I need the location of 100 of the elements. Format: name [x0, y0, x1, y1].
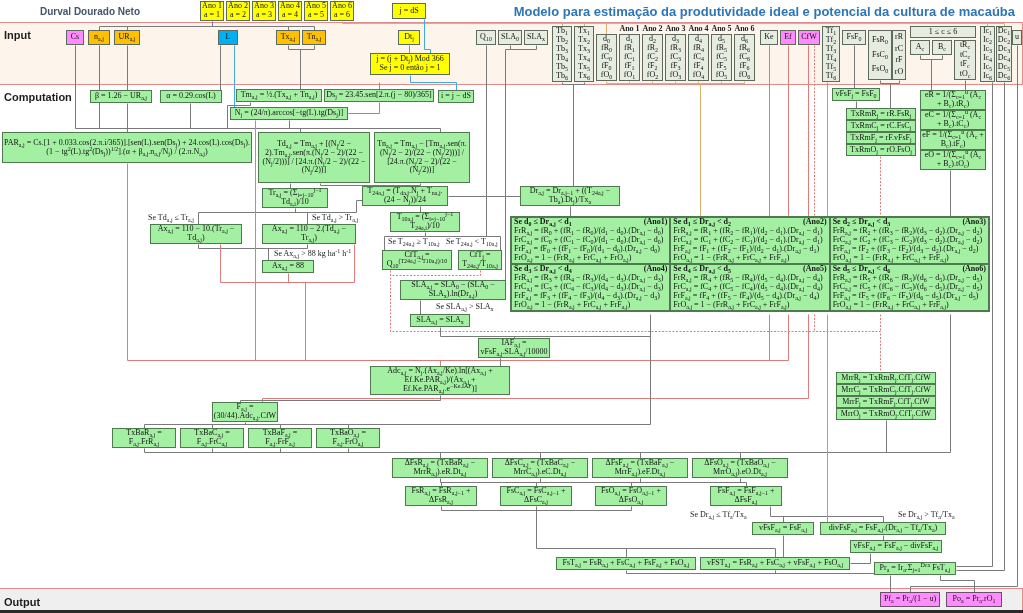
variable-box: u [1012, 30, 1022, 45]
variable-box: 1 ≤ c ≤ 6 [910, 26, 976, 38]
condition-text: Se d$_{5}$ ≤ Dr$_{a,j}$ < d$_{6}$ [832, 264, 891, 274]
year-label: (Ano2) [803, 218, 827, 227]
variable-box: d$_{1}$ fR$_{1}$ fC$_{1}$ fF$_{1}$ fO$_{1}$ [619, 34, 640, 81]
formula-box: Pr$_{a}$ = Ir$_{a}$.Σ$_{j=1}$$^{Dca}$ FsT$_{a,j}$ [874, 562, 956, 575]
formula-text: FrF$_{a,j}$ = fF$_{3}$ + (fF$_{4}$ − fF$_{3}$)/(d$_{4}$ − d$_{3}$).(Dr$_{a,j}$ − d$_{3}$) [514, 291, 660, 301]
formula-text: FrC$_{a,j}$ = fC$_{1}$ + (fC$_{2}$ − fC$_{1}$)/(d$_{2}$ − d$_{1}$).(Dr$_{a,j}$ − d$_{1}$) [673, 235, 824, 245]
formula-text: FrR$_{a,j}$ = fR$_{3}$ + (fR$_{4}$ − fR$_{3}$)/(d$_{4}$ − d$_{3}$).(Dr$_{a,j}$ − d$_{3}$) [514, 273, 664, 283]
variable-box: j = (j + Dt$_{j}$) Mod 366 Se j = 0 então j = 1 [370, 53, 450, 75]
condition-label: Se Dr$_{a,j}$ > Tf$_{a}$/Tx$_{a}$ [898, 511, 955, 520]
year-label: Ano 3 [664, 25, 687, 33]
variable-box: L [218, 30, 238, 45]
year-label: (Ano6) [962, 264, 986, 274]
formula-box: i = j − dS [438, 90, 474, 103]
formula-text: FrC$_{a,j}$ = fC$_{0}$ + (fC$_{1}$ − fC$_{0}$)/(d$_{1}$ − d$_{0}$).(Dr$_{a,j}$ − d$_{0}$) [514, 235, 665, 245]
formula-box: SLA$_{a,j}$ = SLA$_{0}$ − (SLA$_{0}$ − SLA$_{x}$).ln(Dr$_{a,j}$) [400, 280, 506, 300]
formula-box: N$_{j}$ = (24/π).arccos[−tg(L).tg(Ds$_{j}$)] [230, 107, 348, 120]
diagram-title: Modelo para estimação da produtividade ideal e potencial da cultura de macaúba [513, 3, 1015, 19]
formula-box: FsC$_{a,j}$ = FsC$_{a,j−1}$ + ΔFsC$_{a,j}$ [500, 486, 572, 506]
variable-box: n$_{a,j}$ [88, 30, 110, 45]
condition-text: Se d$_{2}$ ≤ Dr$_{a,j}$ < d$_{3}$ [832, 218, 891, 227]
condition-text: Se d$_{1}$ ≤ Dr$_{a,j}$ < d$_{2}$ [673, 218, 731, 227]
formula-text: FrO$_{a,j}$ = 1 − (FrR$_{a,j}$ + FrC$_{a,j}$ + FrF$_{a,j}$) [673, 300, 790, 310]
variable-box: d$_{4}$ fR$_{4}$ fC$_{4}$ fF$_{4}$ fO$_{4}$ [688, 34, 709, 81]
formula-box: α = 0.29.cos(L) [160, 90, 222, 103]
formula-box: Ax$_{a,j}$ = 110 − 10.(Tr$_{a,j}$ − Td$_{a,j}$) [150, 224, 242, 244]
formula-text: FrF$_{a,j}$ = fF$_{1}$ + (fF$_{2}$ − fF$_{1}$)/(d$_{2}$ − d$_{1}$).(Dr$_{a,j}$ − d$_{1}$) [673, 244, 820, 254]
formula-box: ΔFsF$_{a,j}$ = (TxBaF$_{a,j}$ − MrrF$_{a,j}$).eF.Dt$_{a,j}$ [592, 458, 688, 478]
variable-box: CfW [798, 30, 820, 45]
formula-box: SLA$_{a,j}$ = SLA$_{x}$ [410, 314, 470, 327]
condition-label: Se Td$_{a,j}$ ≤ Tr$_{a,j}$ [148, 214, 194, 223]
formula-box: FsR$_{a,j}$ = FsR$_{a,j−1}$ + ΔFsR$_{a,j}$ [405, 486, 477, 506]
year-box: Ano 2 a = 2 [226, 1, 250, 21]
condition-label: Se Td$_{a,j}$ > Tr$_{a,j}$ [312, 214, 359, 223]
formula-text: FrR$_{a,j}$ = fR$_{2}$ + (fR$_{3}$ − fR$_{2}$)/(d$_{3}$ − d$_{2}$).(Dr$_{a,j}$ − d$_{2}$) [832, 226, 983, 236]
formula-box: vFsF$_{j}$ = FsF$_{0}$ [832, 88, 880, 101]
formula-box: FsT$_{a,j}$ = FsR$_{a,j}$ + FsC$_{a,j}$ + FsF$_{a,j}$ + FsO$_{a,j}$ [556, 557, 696, 570]
connector-line [883, 535, 884, 541]
formula-text: FrC$_{a,j}$ = fC$_{3}$ + (fC$_{4}$ − fC$_{3}$)/(d$_{4}$ − d$_{3}$).(Dr$_{a,j}$ − d$_{3}$) [514, 282, 665, 292]
formula-box: TxBaF$_{a,j}$ = F$_{a,j}$.FrF$_{a,j}$ [248, 428, 312, 448]
formula-box: MrrC$_{j}$ = TxRmC$_{j}$.CfT$_{j}$.CfW [836, 384, 936, 396]
condition-text: Se d$_{3}$ ≤ Dr$_{a,j}$ < d$_{4}$ [514, 264, 572, 274]
formula-text: FrF$_{a,j}$ = fF$_{0}$ + (fF$_{1}$ − fF$_{0}$)/(d$_{1}$ − d$_{0}$).(Dr$_{a,j}$ − d$_{0}$) [514, 244, 660, 254]
variable-box: FsF$_{0}$ [842, 30, 866, 45]
variable-box: A$_{c}$ [910, 40, 930, 55]
formula-box: eR = 1/(Σ$_{c=1}$$^{u}$ (A$_{c}$ + B$_{c}$).tR$_{c}$) [920, 90, 986, 110]
variable-box: Dt$_{j}$ [398, 30, 420, 45]
formula-text: FrO$_{a,j}$ = 1 − (FrR$_{a,j}$ + FrC$_{a,j}$ + FrF$_{a,j}$) [832, 300, 949, 310]
connector-line [850, 553, 871, 564]
formula-text: FrF$_{a,j}$ = fF$_{5}$ + (fF$_{6}$ − fF$_{5}$)/(d$_{6}$ − d$_{5}$).(Dr$_{a,j}$ − d$_{5}$) [832, 291, 979, 301]
formula-box: TxBaO$_{a,j}$ = F$_{a,j}$.FrO$_{a,j}$ [316, 428, 380, 448]
variable-box: Tf$_{1}$ Tf$_{2}$ Tf$_{3}$ Tf$_{4}$ Tf$_{5}$ Tf$_{6}$ [822, 26, 840, 82]
formula-box: Dr$_{a,j}$ = Dr$_{a,j−1}$ + ((T$_{24a,j}$ − Tb$_{a}$).Dt$_{j}$)/Tx$_{a}$ [520, 186, 620, 206]
formula-text: FrF$_{a,j}$ = fF$_{2}$ + (fF$_{3}$ − fF$_{2}$)/(d$_{3}$ − d$_{2}$).(Dr$_{a,j}$ − d$_{2}$) [832, 244, 979, 254]
formula-box: MrrF$_{j}$ = TxRmF$_{j}$.CfT$_{j}$.CfW [836, 396, 936, 408]
variable-box: Dc$_{1}$ Dc$_{2}$ Dc$_{3}$ Dc$_{4}$ Dc$_{5}$ Dc$_{6}$ [996, 26, 1012, 82]
condition-label: Se Dr$_{a,j}$ ≤ Tf$_{a}$/Tx$_{a}$ [690, 511, 747, 520]
formula-box: ΔFsC$_{a,j}$ = (TxBaC$_{a,j}$ − MrrC$_{a,j}$).eC.Dt$_{a,j}$ [492, 458, 588, 478]
variable-box: SLA$_{0}$ [498, 30, 522, 45]
formula-box: TxBaC$_{a,j}$ = F$_{a,j}$.FrC$_{a,j}$ [180, 428, 244, 448]
section-label: Output [4, 596, 41, 608]
section-label: Computation [4, 91, 72, 103]
variable-box: FsR$_{0}$ FsC$_{0}$ FsO$_{0}$ [868, 30, 892, 80]
formula-box: MrrO$_{j}$ = TxRmO$_{j}$.CfT$_{j}$.CfW [836, 408, 936, 420]
variable-box: rR rC rF rO [892, 30, 906, 80]
formula-text: FrO$_{a,j}$ = 1 − (FrR$_{a,j}$ + FrC$_{a,j}$ + FrF$_{a,j}$) [832, 253, 949, 263]
formula-text: FrO$_{a,j}$ = 1 − (FrR$_{a,j}$ + FrC$_{a,j}$ + FrO$_{a,j}$) [514, 253, 632, 263]
year-box: Ano 6 a = 6 [330, 1, 354, 21]
condition-label: Se Ax$_{a,j}$ > 88 kg ha$^{-1}$ h$^{-1}$ [274, 250, 352, 259]
variable-box: d$_{6}$ fR$_{6}$ fC$_{6}$ fF$_{6}$ fO$_{6}$ [734, 34, 755, 81]
variable-box: Ic$_{1}$ Ic$_{2}$ Ic$_{3}$ Ic$_{4}$ Ic$_{5}$ Ic$_{6}$ [980, 26, 995, 82]
formula-box: divFsF$_{a,j}$ = FsF$_{a,j}$.(Dr$_{a,j}$ − Tf$_{a}$/Tx$_{a}$) [820, 522, 946, 535]
formula-text: FrC$_{a,j}$ = fC$_{5}$ + (fC$_{6}$ − fC$_{5}$)/(d$_{6}$ − d$_{5}$).(Dr$_{a,j}$ − d$_{5}$) [832, 282, 984, 292]
formula-box: IAF$_{a,j}$ = vFsF$_{a,j}$.SLA$_{a,j}$/10000 [478, 338, 550, 358]
year-label: (Ano3) [962, 218, 986, 227]
year-label: (Ano1) [643, 218, 668, 227]
formula-box: TxRmF$_{j}$ = rF.vFsF$_{j}$ [846, 132, 916, 144]
formula-box: Adc$_{a,j}$ = N$_{j}$.(Ax$_{a,j}$/Ke).ln[(Ax$_{a,j}$ + Ef.Ke.PAR$_{a,j}$)/(Ax$_{a,j}$ + Ef.Ke.PAR$_{a,j}$.e$^{−Ke.IAF}$)] [370, 366, 510, 395]
formula-box: TxRmO$_{j}$ = rO.FsO$_{j}$ [846, 144, 916, 156]
condition-text: Se d$_{0}$ ≤ Dr$_{a,j}$ < d$_{1}$ [514, 218, 572, 227]
formula-box: Pf$_{a}$ = Pr$_{a}$/(1 − u) [880, 592, 940, 607]
formula-box: PAR$_{a,j}$ = Cs.[1 + 0.033.cos(2.π.i/365)].[sen(L).sen(Ds$_{j}$) + 24.cos(L).cos(Ds$_{j}$).(1 − tg$^{2}$(L).tg$^{2}$(Ds$_{j}$))$^{1/2}$].(α + β$_{a,j}$.n$_{a,j}$/N$_{j}$) / (2.π.N$_{a,j}$) [2, 132, 252, 163]
author-name: Durval Dourado Neto [40, 5, 140, 17]
year-label: Ano 4 [687, 25, 710, 33]
formula-box: Td$_{a,j}$ = Tm$_{a,j}$ + [(N$_{j}$/2 − 2).Tm$_{a,j}$.sen(π.(N$_{j}$/2 − 2)/(22 − (N$_{j}$/2)))] / [24.π.(N$_{j}$/2 − 2)/(22 − (N$_{j}$/2))] [258, 132, 370, 183]
variable-box: UR$_{a,j}$ [114, 30, 140, 45]
formula-box: vFsF$_{a,j}$ = FsF$_{a,j}$ − divFsF$_{a,j}$ [850, 540, 942, 553]
condition-text: Se d$_{4}$ ≤ Dr$_{a,j}$ < d$_{5}$ [673, 264, 731, 274]
condition-label: Se SLA$_{a,j}$ > SLA$_{x}$ [436, 303, 494, 312]
year-label: Ano 6 [733, 25, 756, 33]
formula-box: Ax$_{a,j}$ = 88 [262, 260, 314, 273]
variable-box: tR$_{c}$ tC$_{c}$ tF$_{c}$ tO$_{c}$ [954, 40, 976, 80]
year-box: Ano 3 a = 3 [252, 1, 276, 21]
variable-box: SLA$_{x}$ [524, 30, 548, 45]
variable-box: Tn$_{a,j}$ [302, 30, 326, 45]
formula-text: FrR$_{a,j}$ = fR$_{5}$ + (fR$_{6}$ − fR$_{5}$)/(d$_{6}$ − d$_{5}$).(Dr$_{a,j}$ − d$_{5}$) [832, 273, 983, 283]
formula-box: β = 1.26 − UR$_{a,j}$ [90, 90, 152, 103]
variable-box: j = dS [392, 3, 426, 19]
formula-text: FrF$_{a,j}$ = fF$_{4}$ + (fF$_{5}$ − fF$_{4}$)/(d$_{5}$ − d$_{4}$).(Dr$_{a,j}$ − d$_{4}$) [673, 291, 820, 301]
